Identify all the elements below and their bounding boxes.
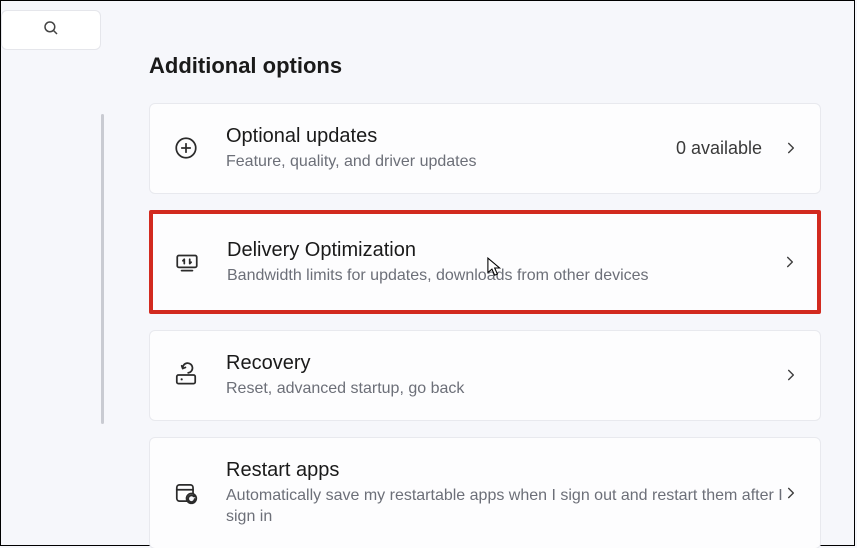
row-recovery[interactable]: Recovery Reset, advanced startup, go bac… xyxy=(149,330,821,421)
delivery-optimization-icon xyxy=(173,248,201,276)
search-icon xyxy=(42,19,60,42)
row-optional-updates[interactable]: Optional updates Feature, quality, and d… xyxy=(149,103,821,194)
sidebar-scroll-indicator xyxy=(101,114,104,424)
row-description: Reset, advanced startup, go back xyxy=(226,378,784,400)
chevron-right-icon xyxy=(784,486,798,500)
search-box[interactable] xyxy=(1,10,101,50)
row-description: Feature, quality, and driver updates xyxy=(226,151,676,173)
chevron-right-icon xyxy=(784,368,798,382)
row-title: Optional updates xyxy=(226,124,676,149)
chevron-right-icon xyxy=(783,255,797,269)
row-meta-available: 0 available xyxy=(676,138,762,159)
recovery-icon xyxy=(172,361,200,389)
plus-circle-icon xyxy=(172,134,200,162)
section-title: Additional options xyxy=(149,53,821,79)
row-title: Restart apps xyxy=(226,458,784,483)
row-description: Automatically save my restartable apps w… xyxy=(226,485,784,528)
row-description: Bandwidth limits for updates, downloads … xyxy=(227,265,783,287)
row-restart-apps[interactable]: Restart apps Automatically save my resta… xyxy=(149,437,821,548)
row-delivery-optimization[interactable]: Delivery Optimization Bandwidth limits f… xyxy=(149,210,821,315)
chevron-right-icon xyxy=(784,141,798,155)
restart-apps-icon xyxy=(172,479,200,507)
row-title: Recovery xyxy=(226,351,784,376)
row-title: Delivery Optimization xyxy=(227,238,783,263)
